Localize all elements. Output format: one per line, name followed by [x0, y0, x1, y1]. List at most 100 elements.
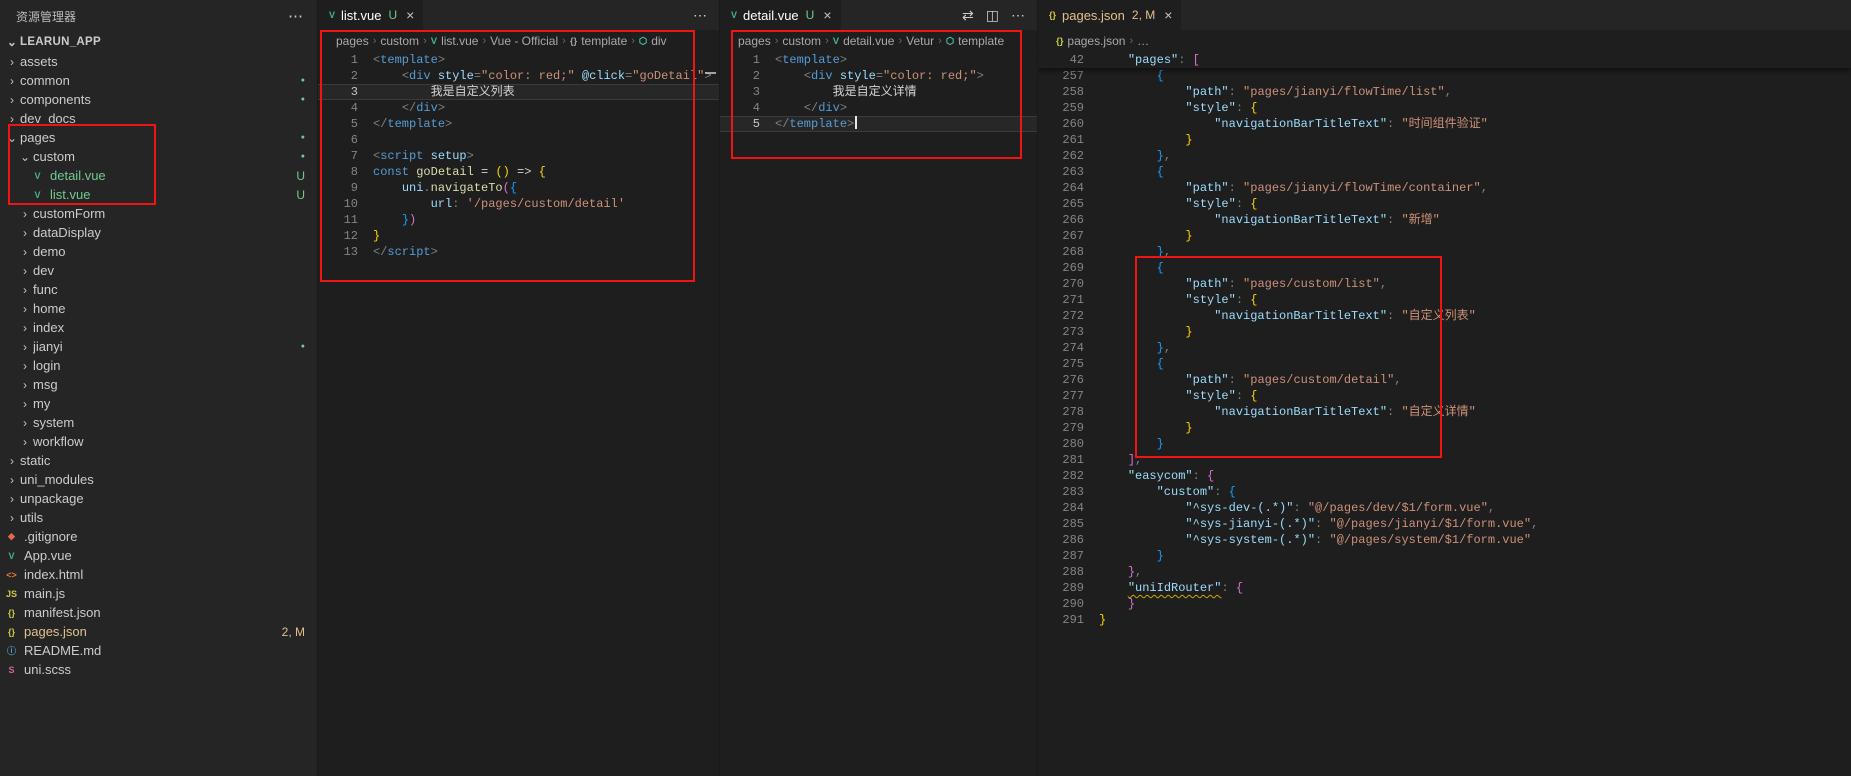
code-line-12[interactable]: 12} — [318, 228, 719, 244]
code-line-264[interactable]: 264 "path": "pages/jianyi/flowTime/conta… — [1038, 180, 1851, 196]
code-line-281[interactable]: 281 ], — [1038, 452, 1851, 468]
tree-folder-index[interactable]: ›index — [0, 318, 317, 337]
tree-folder-custom[interactable]: ⌄custom● — [0, 147, 317, 166]
code-line-270[interactable]: 270 "path": "pages/custom/list", — [1038, 276, 1851, 292]
tree-file-.gitignore[interactable]: ◆.gitignore — [0, 527, 317, 546]
code-line-10[interactable]: 10 url: '/pages/custom/detail' — [318, 196, 719, 212]
breadcrumb-item-…[interactable]: … — [1137, 34, 1149, 48]
tree-folder-static[interactable]: ›static — [0, 451, 317, 470]
code-line-7[interactable]: 7<script setup> — [318, 148, 719, 164]
breadcrumb-item-pages[interactable]: pages — [738, 34, 771, 48]
tree-folder-assets[interactable]: ›assets — [0, 52, 317, 71]
tree-file-index.html[interactable]: <>index.html — [0, 565, 317, 584]
code-line-285[interactable]: 285 "^sys-jianyi-(.*)": "@/pages/jianyi/… — [1038, 516, 1851, 532]
tree-folder-dev[interactable]: ›dev — [0, 261, 317, 280]
tree-folder-utils[interactable]: ›utils — [0, 508, 317, 527]
breadcrumb-item-Vue - Official[interactable]: Vue - Official — [490, 34, 558, 48]
code-line-267[interactable]: 267 } — [1038, 228, 1851, 244]
tree-folder-demo[interactable]: ›demo — [0, 242, 317, 261]
code-line-268[interactable]: 268 }, — [1038, 244, 1851, 260]
open-changes-icon[interactable]: ⇄ — [962, 7, 974, 24]
code-line-257[interactable]: 257 { — [1038, 68, 1851, 84]
code-line-272[interactable]: 272 "navigationBarTitleText": "自定义列表" — [1038, 308, 1851, 324]
code-line-4[interactable]: 4 </div> — [318, 100, 719, 116]
close-icon[interactable]: × — [823, 8, 831, 22]
code-line-291[interactable]: 291} — [1038, 612, 1851, 628]
tree-file-manifest.json[interactable]: {}manifest.json — [0, 603, 317, 622]
tree-file-detail.vue[interactable]: Vdetail.vueU — [0, 166, 317, 185]
code-line-286[interactable]: 286 "^sys-system-(.*)": "@/pages/system/… — [1038, 532, 1851, 548]
tab-pages-json[interactable]: {} pages.json 2, M × — [1038, 0, 1182, 30]
code-line-4[interactable]: 4 </div> — [720, 100, 1037, 116]
code-line-282[interactable]: 282 "easycom": { — [1038, 468, 1851, 484]
code-line-274[interactable]: 274 }, — [1038, 340, 1851, 356]
code-line-278[interactable]: 278 "navigationBarTitleText": "自定义详情" — [1038, 404, 1851, 420]
code-line-262[interactable]: 262 }, — [1038, 148, 1851, 164]
code-line-1[interactable]: 1<template> — [720, 52, 1037, 68]
breadcrumb-item-pages[interactable]: pages — [336, 34, 369, 48]
code-line-269[interactable]: 269 { — [1038, 260, 1851, 276]
tree-folder-jianyi[interactable]: ›jianyi● — [0, 337, 317, 356]
tree-folder-func[interactable]: ›func — [0, 280, 317, 299]
code-line-258[interactable]: 258 "path": "pages/jianyi/flowTime/list"… — [1038, 84, 1851, 100]
tree-folder-system[interactable]: ›system — [0, 413, 317, 432]
tree-file-README.md[interactable]: ⓘREADME.md — [0, 641, 317, 660]
code-line-2[interactable]: 2 <div style="color: red;"> — [720, 68, 1037, 84]
tree-folder-customForm[interactable]: ›customForm — [0, 204, 317, 223]
code-line-8[interactable]: 8const goDetail = () => { — [318, 164, 719, 180]
code-line-276[interactable]: 276 "path": "pages/custom/detail", — [1038, 372, 1851, 388]
tree-folder-dev_docs[interactable]: ›dev_docs — [0, 109, 317, 128]
code-line-1[interactable]: 1<template> — [318, 52, 719, 68]
sticky-scroll-line-42[interactable]: 42 "pages": [ — [1038, 52, 1851, 68]
tree-folder-pages[interactable]: ⌄pages● — [0, 128, 317, 147]
code-line-266[interactable]: 266 "navigationBarTitleText": "新增" — [1038, 212, 1851, 228]
code-line-280[interactable]: 280 } — [1038, 436, 1851, 452]
code-line-277[interactable]: 277 "style": { — [1038, 388, 1851, 404]
code-line-279[interactable]: 279 } — [1038, 420, 1851, 436]
code-line-11[interactable]: 11 }) — [318, 212, 719, 228]
tree-folder-home[interactable]: ›home — [0, 299, 317, 318]
breadcrumb-item-custom[interactable]: custom — [782, 34, 821, 48]
tree-file-main.js[interactable]: JSmain.js — [0, 584, 317, 603]
code-line-261[interactable]: 261 } — [1038, 132, 1851, 148]
breadcrumb-item-detail.vue[interactable]: Vdetail.vue — [833, 34, 895, 48]
code-editor[interactable]: 1<template>2 <div style="color: red;">3 … — [720, 52, 1037, 132]
breadcrumb-item-pages.json[interactable]: {}pages.json — [1056, 34, 1125, 48]
code-line-271[interactable]: 271 "style": { — [1038, 292, 1851, 308]
code-line-5[interactable]: 5</template> — [318, 116, 719, 132]
tree-folder-login[interactable]: ›login — [0, 356, 317, 375]
code-line-6[interactable]: 6 — [318, 132, 719, 148]
code-line-5[interactable]: 5</template> — [720, 116, 1037, 132]
tree-file-pages.json[interactable]: {}pages.json2, M — [0, 622, 317, 641]
more-actions-icon[interactable]: ⋯ — [693, 7, 707, 24]
code-line-273[interactable]: 273 } — [1038, 324, 1851, 340]
code-editor[interactable]: 1<template>2 <div style="color: red;" @c… — [318, 52, 719, 260]
tab-detail-vue[interactable]: V detail.vue U × — [720, 0, 842, 30]
more-actions-icon[interactable]: ⋯ — [288, 7, 303, 25]
code-line-265[interactable]: 265 "style": { — [1038, 196, 1851, 212]
code-line-288[interactable]: 288 }, — [1038, 564, 1851, 580]
code-line-263[interactable]: 263 { — [1038, 164, 1851, 180]
tree-folder-components[interactable]: ›components● — [0, 90, 317, 109]
tab-list-vue[interactable]: V list.vue U × — [318, 0, 424, 30]
code-line-284[interactable]: 284 "^sys-dev-(.*)": "@/pages/dev/$1/for… — [1038, 500, 1851, 516]
code-line-260[interactable]: 260 "navigationBarTitleText": "时间组件验证" — [1038, 116, 1851, 132]
split-editor-icon[interactable]: ◫ — [986, 7, 999, 24]
code-line-287[interactable]: 287 } — [1038, 548, 1851, 564]
breadcrumb-item-Vetur[interactable]: Vetur — [906, 34, 934, 48]
code-line-289[interactable]: 289 "uniIdRouter": { — [1038, 580, 1851, 596]
tree-file-App.vue[interactable]: VApp.vue — [0, 546, 317, 565]
code-line-3[interactable]: 3 我是自定义详情 — [720, 84, 1037, 100]
tree-file-list.vue[interactable]: Vlist.vueU — [0, 185, 317, 204]
tree-folder-my[interactable]: ›my — [0, 394, 317, 413]
tree-folder-uni_modules[interactable]: ›uni_modules — [0, 470, 317, 489]
code-editor[interactable]: 42 "pages": [257 {258 "path": "pages/jia… — [1038, 52, 1851, 628]
code-line-283[interactable]: 283 "custom": { — [1038, 484, 1851, 500]
tree-root-learun-app[interactable]: ⌄ LEARUN_APP — [0, 32, 317, 52]
code-line-13[interactable]: 13</script> — [318, 244, 719, 260]
tree-folder-unpackage[interactable]: ›unpackage — [0, 489, 317, 508]
breadcrumb-item-custom[interactable]: custom — [380, 34, 419, 48]
tree-folder-msg[interactable]: ›msg — [0, 375, 317, 394]
more-actions-icon[interactable]: ⋯ — [1011, 7, 1025, 24]
tree-folder-dataDisplay[interactable]: ›dataDisplay — [0, 223, 317, 242]
